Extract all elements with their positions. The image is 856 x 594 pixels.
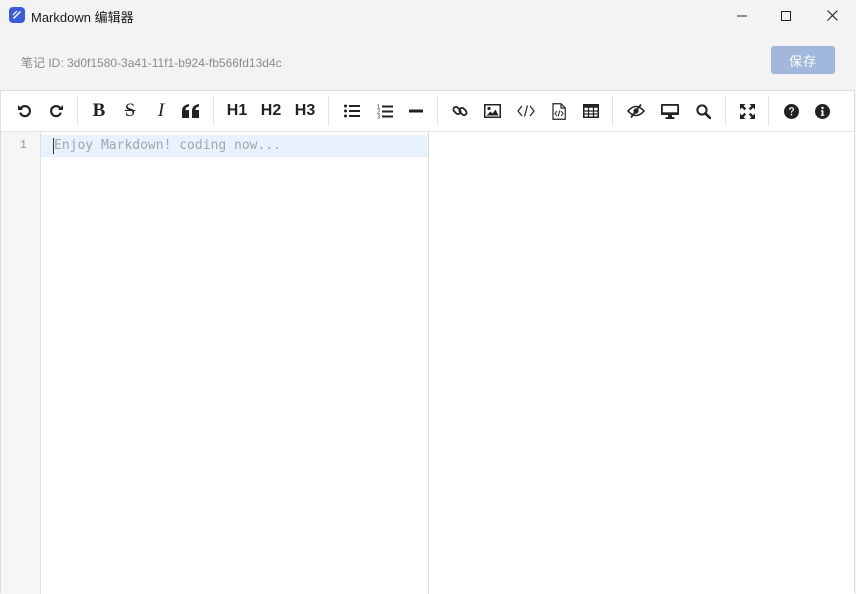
quote-button[interactable]: [181, 100, 201, 122]
strikethrough-button[interactable]: S: [120, 100, 140, 122]
maximize-button[interactable]: [763, 0, 809, 31]
window-titlebar: Markdown 编辑器: [0, 0, 856, 31]
toolbar-divider: [77, 96, 78, 126]
toolbar-divider: [612, 96, 613, 126]
heading2-button[interactable]: H2: [258, 100, 284, 122]
help-icon: [783, 103, 799, 119]
info-button[interactable]: [812, 100, 832, 122]
search-button[interactable]: [693, 100, 713, 122]
redo-button[interactable]: [46, 100, 66, 122]
line-number-gutter: 1: [1, 132, 41, 594]
ordered-list-icon: 123: [377, 104, 393, 119]
search-icon: [695, 103, 711, 119]
preview-button[interactable]: [660, 100, 680, 122]
table-button[interactable]: [581, 100, 601, 122]
markdown-input-area[interactable]: Enjoy Markdown! coding now...: [41, 132, 428, 594]
window-title: Markdown 编辑器: [31, 10, 134, 25]
line-number: 1: [19, 138, 27, 152]
code-block-icon: [552, 102, 566, 120]
undo-icon: [18, 105, 31, 118]
ordered-list-button[interactable]: 123: [375, 100, 395, 122]
editor-toolbar: B S I H1 H2 H3 123: [1, 91, 854, 132]
preview-icon: [661, 103, 679, 119]
maximize-icon: [781, 10, 791, 21]
bold-button[interactable]: B: [89, 100, 109, 122]
info-icon: [814, 103, 830, 119]
minimize-icon: [737, 15, 747, 16]
link-icon: [452, 106, 468, 116]
save-button[interactable]: 保存: [771, 46, 835, 74]
watch-toggle-icon: [627, 104, 645, 118]
fullscreen-button[interactable]: [737, 100, 757, 122]
redo-icon: [50, 105, 63, 118]
close-icon: [826, 10, 838, 21]
app-logo-icon: [9, 7, 25, 23]
toolbar-divider: [328, 96, 329, 126]
minimize-button[interactable]: [719, 0, 765, 31]
table-icon: [583, 104, 599, 118]
note-info-bar: 笔记 ID: 3d0f1580-3a41-11f1-b924-fb566fd13…: [0, 31, 856, 90]
note-id-label: 笔记 ID: 3d0f1580-3a41-11f1-b924-fb566fd13…: [21, 56, 282, 70]
image-icon: [483, 104, 501, 118]
unordered-list-button[interactable]: [342, 100, 362, 122]
horizontal-rule-icon: [409, 109, 423, 113]
heading3-button[interactable]: H3: [292, 100, 318, 122]
italic-button[interactable]: I: [151, 100, 171, 122]
svg-text:3: 3: [377, 114, 380, 119]
heading1-button[interactable]: H1: [224, 100, 250, 122]
undo-button[interactable]: [15, 100, 35, 122]
toolbar-divider: [725, 96, 726, 126]
unordered-list-icon: [344, 104, 360, 118]
code-icon: [517, 105, 535, 117]
markdown-editor: B S I H1 H2 H3 123 1 Enjoy Markdown! cod…: [0, 90, 855, 594]
image-button[interactable]: [482, 100, 502, 122]
help-button[interactable]: [781, 100, 801, 122]
text-cursor: [53, 138, 54, 154]
toggle-watch-button[interactable]: [625, 100, 647, 122]
horizontal-rule-button[interactable]: [406, 100, 426, 122]
code-block-button[interactable]: [549, 100, 569, 122]
close-button[interactable]: [809, 0, 855, 31]
fullscreen-icon: [739, 103, 755, 119]
toolbar-divider: [437, 96, 438, 126]
quote-icon: [182, 104, 199, 118]
toolbar-divider: [213, 96, 214, 126]
markdown-preview-pane: [429, 132, 854, 594]
inline-code-button[interactable]: [516, 100, 536, 122]
editor-placeholder: Enjoy Markdown! coding now...: [54, 138, 281, 153]
link-button[interactable]: [450, 100, 470, 122]
toolbar-divider: [768, 96, 769, 126]
